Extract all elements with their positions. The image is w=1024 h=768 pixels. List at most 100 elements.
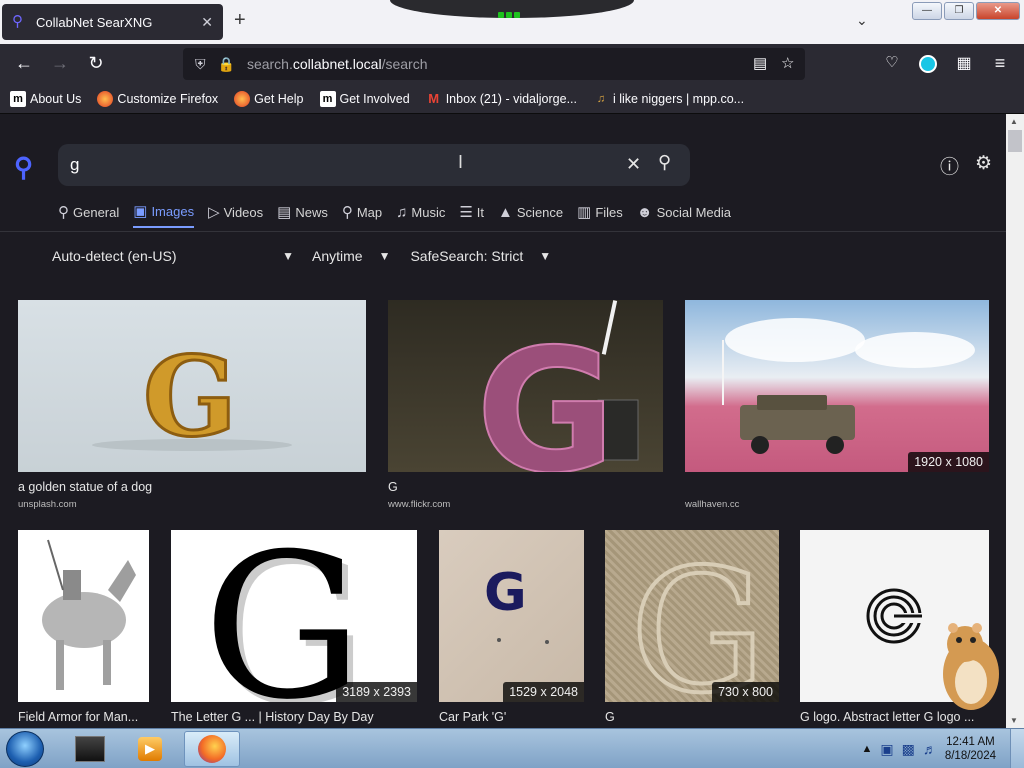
searxng-logo-icon[interactable]: ⚲ xyxy=(14,152,33,183)
result-thumbnail[interactable]: G 730 x 800 xyxy=(605,530,779,702)
pocket-icon[interactable]: ♡ xyxy=(880,53,904,71)
menu-hamburger-icon[interactable]: ≡ xyxy=(988,53,1012,74)
image-icon: ▣ xyxy=(133,203,148,220)
back-arrow-icon[interactable]: ← xyxy=(12,53,36,74)
taskbar-terminal-app[interactable] xyxy=(62,731,118,767)
result-title[interactable]: G xyxy=(388,480,398,494)
bookmarks-toolbar: m About Us Customize Firefox Get Help m Ge… xyxy=(0,84,1024,114)
tray-volume-icon[interactable]: ♬ xyxy=(923,741,937,757)
bookmark-star-icon[interactable]: ☆ xyxy=(781,54,794,72)
image-result[interactable]: G G 3189 x 2393 The Letter G ... | Histo… xyxy=(171,530,417,728)
result-thumbnail[interactable]: 1920 x 1080 xyxy=(685,300,989,472)
bookmark-inbox[interactable]: M Inbox (21) - vidaljorge... xyxy=(426,91,577,107)
top-right-icons: ⓘ ⚙ xyxy=(940,152,992,179)
result-thumbnail[interactable]: G 1529 x 2048 xyxy=(439,530,584,702)
bookmark-about-us[interactable]: m About Us xyxy=(10,90,81,107)
page-scrollbar[interactable]: ▲ ▼ xyxy=(1006,114,1024,728)
result-title[interactable]: Car Park 'G' xyxy=(439,710,506,724)
tab-music[interactable]: ♫ Music xyxy=(396,202,445,228)
taskbar-firefox-app[interactable] xyxy=(184,731,240,767)
tab-science[interactable]: ▲ Science xyxy=(498,202,563,228)
result-title[interactable]: G xyxy=(605,710,615,724)
forward-arrow-icon[interactable]: → xyxy=(48,53,72,74)
bookmark-mpp[interactable]: ♫ i like niggers | mpp.co... xyxy=(593,91,744,107)
bookmark-customize-firefox[interactable]: Customize Firefox xyxy=(97,90,218,107)
scroll-up-icon[interactable]: ▲ xyxy=(1010,117,1018,126)
settings-gear-icon[interactable]: ⚙ xyxy=(975,152,992,179)
media-player-icon: ▶ xyxy=(138,737,162,761)
result-thumbnail[interactable]: G xyxy=(18,300,366,472)
image-result[interactable]: 1920 x 1080 wallhaven.cc xyxy=(685,300,989,515)
lock-icon[interactable]: 🔒 xyxy=(218,56,235,73)
suv-field-image xyxy=(722,318,975,454)
start-button-icon[interactable] xyxy=(6,731,44,767)
clear-search-icon[interactable]: ✕ xyxy=(626,154,641,175)
url-text[interactable]: search.collabnet.local/search xyxy=(247,56,428,72)
tab-general[interactable]: ⚲ General xyxy=(58,202,119,228)
tab-images[interactable]: ▣ Images xyxy=(133,202,195,228)
tab-files[interactable]: ▥ Files xyxy=(577,202,623,228)
search-input[interactable] xyxy=(70,154,610,176)
searxng-page: ⚲ ✕ ⚲ I ⓘ ⚙ ⚲General ▣Images ▷Videos ▤Ne… xyxy=(0,114,1006,728)
image-result[interactable]: G G www.flickr.com xyxy=(388,300,663,515)
search-icon: ⚲ xyxy=(58,204,69,221)
note-icon: ♫ xyxy=(596,92,606,105)
svg-text:G: G xyxy=(203,530,363,702)
scroll-thumb[interactable] xyxy=(1008,130,1022,152)
text-cursor-icon: I xyxy=(458,152,464,172)
result-title[interactable]: a golden statue of a dog xyxy=(18,480,366,494)
tray-network-icon[interactable]: ▣ xyxy=(880,741,893,758)
minimize-icon[interactable]: — xyxy=(912,2,942,20)
search-filters: Auto-detect (en-US) ▼ Anytime ▼ SafeSearch… xyxy=(52,248,551,264)
image-result[interactable]: G 1529 x 2048 Car Park 'G' xyxy=(439,530,584,728)
scroll-down-icon[interactable]: ▼ xyxy=(1010,716,1018,725)
play-icon: ▷ xyxy=(208,204,220,221)
safesearch-select[interactable]: SafeSearch: Strict ▼ xyxy=(410,248,551,264)
bookmark-get-help[interactable]: Get Help xyxy=(234,90,304,107)
restore-icon[interactable]: ❐ xyxy=(944,2,974,20)
result-title[interactable]: Field Armor for Man... xyxy=(18,710,149,724)
url-domain: collabnet.local xyxy=(292,56,382,72)
bookmark-get-involved[interactable]: m Get Involved xyxy=(319,90,410,107)
system-clock[interactable]: 12:41 AM 8/18/2024 xyxy=(945,735,996,763)
image-result[interactable]: G a golden statue of a dog unsplash.com xyxy=(18,300,366,515)
time-range-select[interactable]: Anytime ▼ xyxy=(312,248,390,264)
image-result[interactable]: Field Armor for Man... xyxy=(18,530,149,728)
image-result[interactable]: G 730 x 800 G xyxy=(605,530,779,728)
music-icon: ♫ xyxy=(396,203,408,221)
result-thumbnail[interactable]: G G 3189 x 2393 xyxy=(171,530,417,702)
layers-icon: ☰ xyxy=(459,204,473,221)
reload-icon[interactable]: ↻ xyxy=(84,53,108,74)
language-select[interactable]: Auto-detect (en-US) ▼ xyxy=(52,248,294,264)
taskbar-media-player-app[interactable]: ▶ xyxy=(122,731,178,767)
shield-icon[interactable]: ⛨ xyxy=(195,56,206,73)
result-source: www.flickr.com xyxy=(388,499,451,510)
tray-monitor-icon[interactable]: ▩ xyxy=(902,741,915,758)
window-close-icon[interactable]: ✕ xyxy=(976,2,1020,20)
searxng-favicon-icon: ⚲ xyxy=(12,13,23,30)
result-title[interactable]: The Letter G ... | History Day By Day xyxy=(171,710,417,724)
tab-social-media[interactable]: ☻ Social Media xyxy=(637,202,731,228)
info-icon[interactable]: ⓘ xyxy=(940,152,959,179)
tab-it[interactable]: ☰ It xyxy=(459,202,484,228)
header-divider xyxy=(0,231,1006,232)
result-thumbnail[interactable] xyxy=(18,530,149,702)
svg-text:G: G xyxy=(484,563,527,623)
navigation-toolbar: ← → ↻ ⛨ 🔒 search.collabnet.local/search … xyxy=(0,44,1024,84)
result-thumbnail[interactable]: G xyxy=(388,300,663,472)
list-all-tabs-icon[interactable]: ⌄ xyxy=(856,12,868,29)
show-desktop-button[interactable] xyxy=(1010,729,1024,768)
reader-view-icon[interactable]: ▤ xyxy=(753,54,767,72)
account-avatar-icon[interactable] xyxy=(919,55,937,73)
tab-close-icon[interactable]: ✕ xyxy=(201,14,213,31)
result-source: unsplash.com xyxy=(18,499,77,510)
tray-expand-icon[interactable]: ▲ xyxy=(861,743,872,755)
new-tab-icon[interactable]: + xyxy=(234,9,246,32)
browser-tab[interactable]: ⚲ CollabNet SearXNG ✕ xyxy=(2,4,223,40)
search-submit-icon[interactable]: ⚲ xyxy=(658,152,671,173)
tab-news[interactable]: ▤ News xyxy=(277,202,328,228)
address-bar[interactable]: ⛨ 🔒 search.collabnet.local/search ▤ ☆ xyxy=(183,48,805,80)
tab-videos[interactable]: ▷ Videos xyxy=(208,202,263,228)
extensions-icon[interactable]: ▦ xyxy=(952,53,976,73)
tab-map[interactable]: ⚲ Map xyxy=(342,202,382,228)
